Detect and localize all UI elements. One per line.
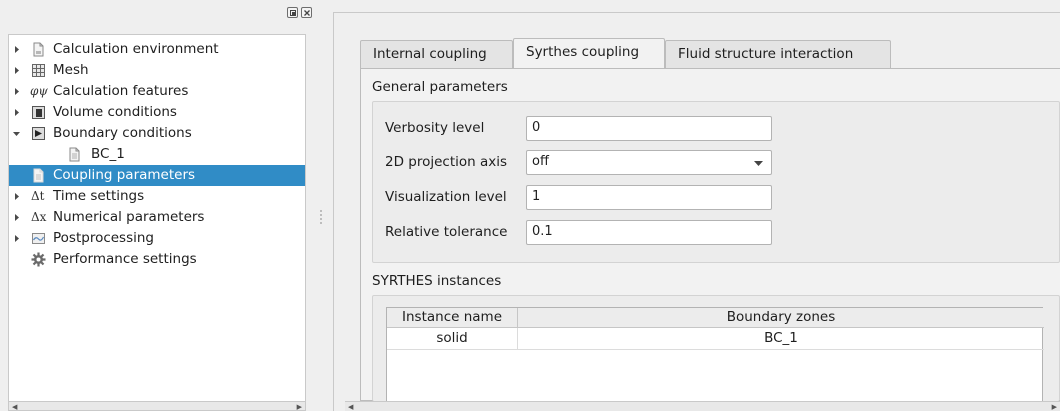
tab-internal-coupling[interactable]: Internal coupling: [360, 40, 513, 68]
delta-t-icon: Δt: [31, 189, 45, 203]
tree-item-volume-conditions[interactable]: Volume conditions: [9, 102, 305, 123]
boundary-icon: [32, 127, 45, 140]
expand-arrow-icon[interactable]: [13, 213, 21, 222]
scroll-right-icon[interactable]: ▶: [297, 403, 302, 411]
scroll-left-icon[interactable]: ◀: [12, 403, 17, 411]
tree-item-label: BC_1: [91, 146, 125, 162]
relative-tolerance-label: Relative tolerance: [385, 224, 508, 240]
expand-arrow-icon[interactable]: [13, 66, 21, 75]
projection-axis-label: 2D projection axis: [385, 154, 508, 170]
scroll-right-icon[interactable]: ▶: [1052, 403, 1057, 411]
tree-item-performance-settings[interactable]: Performance settings: [9, 249, 305, 270]
tree-item-label: Calculation features: [53, 83, 189, 99]
expand-arrow-icon[interactable]: [13, 87, 21, 96]
document-icon: [33, 168, 44, 183]
expand-arrow-icon[interactable]: [13, 234, 21, 243]
relative-tolerance-input[interactable]: 0.1: [526, 220, 772, 245]
gear-icon: [31, 252, 46, 267]
tree-item-mesh[interactable]: Mesh: [9, 60, 305, 81]
chevron-down-icon: [754, 161, 763, 166]
content-horizontal-scrollbar[interactable]: ◀ ▶: [345, 401, 1060, 411]
syrthes-instances-title: SYRTHES instances: [372, 273, 502, 289]
tree-item-coupling-parameters[interactable]: Coupling parameters: [9, 165, 305, 186]
close-dock-icon[interactable]: [301, 7, 312, 18]
tree-item-calculation-features[interactable]: φψ Calculation features: [9, 81, 305, 102]
tree-item-label: Calculation environment: [53, 41, 219, 57]
delta-x-icon: Δx: [31, 210, 47, 224]
tree-item-bc-1[interactable]: BC_1: [9, 144, 305, 165]
tree-item-label: Time settings: [53, 188, 145, 204]
column-header-instance-name[interactable]: Instance name: [387, 308, 518, 328]
tree-item-label: Mesh: [53, 62, 89, 78]
expand-arrow-icon[interactable]: [13, 45, 21, 54]
syrthes-instances-table[interactable]: Instance name Boundary zones solid BC_1: [386, 307, 1044, 401]
projection-axis-value: off: [532, 154, 549, 169]
tree-item-label: Volume conditions: [53, 104, 177, 120]
tree-item-label: Coupling parameters: [53, 167, 196, 183]
scroll-left-icon[interactable]: ◀: [348, 403, 353, 411]
tree-item-numerical-parameters[interactable]: Δx Numerical parameters: [9, 207, 305, 228]
expand-arrow-icon[interactable]: [13, 108, 21, 117]
tab-syrthes-coupling[interactable]: Syrthes coupling: [513, 38, 665, 68]
volume-box-icon: [32, 106, 45, 119]
document-icon: [69, 147, 80, 162]
splitter-handle[interactable]: [320, 210, 322, 228]
chart-icon: [32, 233, 45, 244]
tree-item-calculation-environment[interactable]: Calculation environment: [9, 39, 305, 60]
navigation-tree[interactable]: Calculation environment Mesh φψ Calculat…: [8, 34, 306, 411]
document-icon: [33, 42, 44, 57]
tree-item-label: Performance settings: [53, 251, 197, 267]
phi-psi-icon: φψ: [30, 84, 48, 98]
tree-item-time-settings[interactable]: Δt Time settings: [9, 186, 305, 207]
tree-item-postprocessing[interactable]: Postprocessing: [9, 228, 305, 249]
general-parameters-title: General parameters: [372, 79, 508, 95]
collapse-arrow-icon[interactable]: [12, 130, 21, 138]
tree-item-boundary-conditions[interactable]: Boundary conditions: [9, 123, 305, 144]
verbosity-level-label: Verbosity level: [385, 120, 485, 136]
projection-axis-select[interactable]: off: [526, 150, 772, 175]
tree-item-label: Boundary conditions: [53, 125, 192, 141]
tree-item-label: Postprocessing: [53, 230, 154, 246]
visualization-level-input[interactable]: 1: [526, 185, 772, 210]
tab-fluid-structure-interaction[interactable]: Fluid structure interaction: [665, 40, 891, 68]
expand-arrow-icon[interactable]: [13, 192, 21, 201]
tree-item-label: Numerical parameters: [53, 209, 205, 225]
column-header-boundary-zones[interactable]: Boundary zones: [518, 308, 1044, 328]
visualization-level-label: Visualization level: [385, 189, 507, 205]
verbosity-level-input[interactable]: 0: [526, 116, 772, 141]
tree-horizontal-scrollbar[interactable]: ◀ ▶: [8, 401, 306, 411]
dock-title-bar: [0, 0, 330, 22]
table-cell-boundary-zones[interactable]: BC_1: [518, 328, 1044, 350]
table-cell-instance-name[interactable]: solid: [387, 328, 518, 350]
mesh-grid-icon: [32, 64, 45, 77]
float-dock-icon[interactable]: [287, 7, 298, 18]
